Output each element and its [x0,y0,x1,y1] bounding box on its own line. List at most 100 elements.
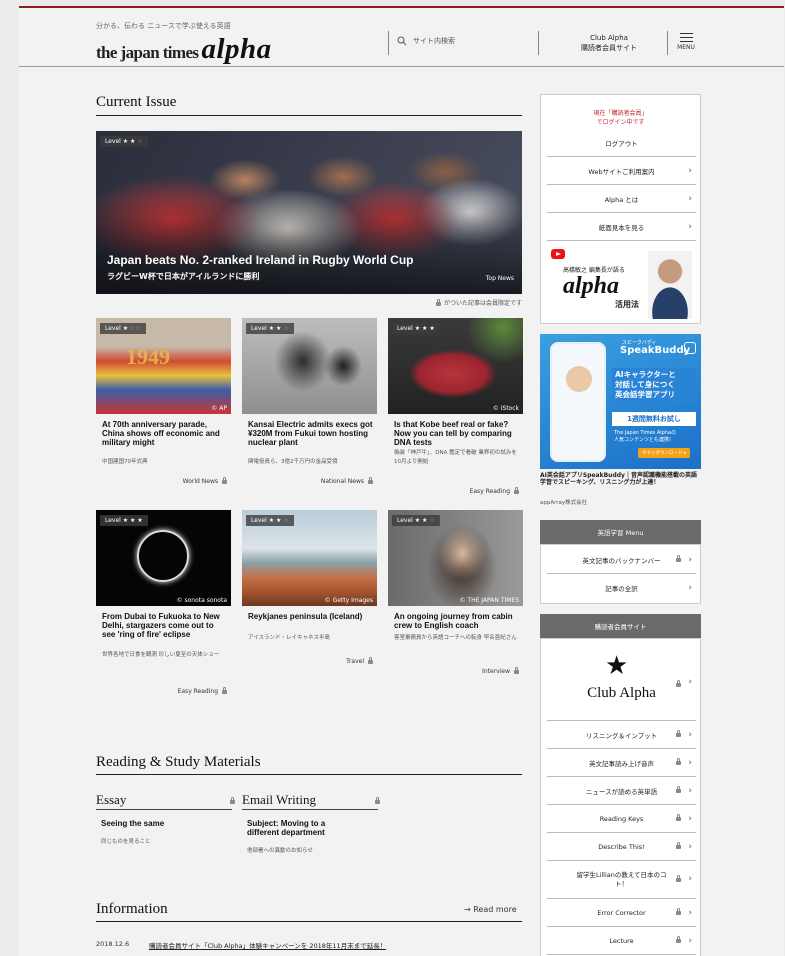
ad-note: The Japan Times Alphaの 人気コンテンツとも連携! [614,430,677,443]
article-title: An ongoing journey from cabin crew to En… [394,612,513,630]
sidebar-item-about-alpha[interactable]: Alpha とは › [547,185,696,213]
image-credit: © iStock [492,405,519,412]
sidebar-item-site-guide[interactable]: Webサイトご利用案内 › [547,157,696,185]
lock-icon [676,936,681,943]
section-rule [96,115,522,116]
sidebar-item-lillian[interactable]: 留学生Lillianの教えて日本のコト！ › [547,861,696,899]
hero-category: Top News [485,275,514,282]
sidebar-item-error-corrector[interactable]: Error Corrector › [547,899,696,927]
read-more-link[interactable]: → Read more [464,905,517,914]
member-site-box: ★ Club Alpha › リスニング＆インプット › 英文記事読み上げ音声 › … [540,638,701,956]
article-category: Travel [346,656,373,665]
essay-subtitle: 同じものを見ること [101,839,151,845]
chevron-right-icon: › [688,730,692,740]
news-date: 2018.12.6 [96,940,130,948]
star-icon: ★ [605,651,629,681]
lock-icon [676,786,681,793]
news-link[interactable]: 購読者会員サイト「Club Alpha」体験キャンペーンを 2018年11月末ま… [149,940,386,950]
site-header: 分かる、伝わる ニュースで学ぶ使える英語 the japan times alph… [19,8,784,67]
article-subtitle: 関電役員ら、3億2千万円の金品受領 [248,459,338,465]
chevron-right-icon: › [688,908,692,918]
club-alpha-banner[interactable]: ★ Club Alpha › [547,639,696,721]
hero-title: Japan beats No. 2-ranked Ireland in Rugb… [107,253,414,267]
chevron-right-icon: › [688,842,692,852]
article-title: Kansai Electric admits execs got ¥320M f… [248,420,373,447]
level-badge: Level ★ ★ ☆ [392,515,440,526]
level-badge: Level ★ ★ ★ [392,323,440,334]
sidebar-item-describe-this[interactable]: Describe This! › [547,833,696,861]
article-subtitle: 世界各地で日食を観測 珍しい夏至の天体ショー [102,652,220,658]
sidebar-item-backnumber[interactable]: 英文記事のバックナンバー › [547,546,696,574]
sidebar-item-vocabulary[interactable]: ニュースが読める英単語 › [547,777,696,805]
article-title: From Dubai to Fukuoka to New Delhi, star… [102,612,220,639]
article-card[interactable]: Level ★ ★ ★ © iStock Is that Kobe beef r… [388,318,523,498]
article-card[interactable]: 1949 Level ★ ☆☆ © AP At 70th anniversary… [96,318,231,498]
ad-brand: SpeakBuddy [620,345,691,356]
article-subtitle: アイスランド・レイキャネス半島 [248,635,331,641]
lock-icon [676,758,681,765]
lock-icon [222,686,227,694]
search-icon [397,36,407,46]
article-image: Level ★ ★ ★ © sonota sonota [96,510,231,606]
sidebar-item-translations[interactable]: 記事の全訳 › [547,574,696,602]
club-alpha-link[interactable]: Club Alpha 購読者会員サイト [559,33,659,53]
logo-alpha: alpha [201,33,272,65]
site-search[interactable]: サイト内検索 [397,36,455,46]
level-badge: Level ★ ★ ☆ [246,323,294,334]
hamburger-icon [679,33,693,42]
article-card[interactable]: Level ★ ★ ☆ © THE JAPAN TIMES An ongoing… [388,510,523,700]
hero-article[interactable]: Level ★ ★ ☆ Japan beats No. 2-ranked Ire… [96,131,522,294]
article-image: 1949 Level ★ ☆☆ © AP [96,318,231,414]
article-image: Level ★ ★ ☆ [242,318,377,414]
page: 分かる、伝わる ニュースで学ぶ使える英語 the japan times alph… [19,8,784,956]
lock-icon [375,797,380,804]
sidebar-item-lecture[interactable]: Lecture › [547,927,696,955]
ad-headline: AIキャラクターと 対話して身につく 英会話学習アプリ [612,368,696,402]
sidebar-item-reading-keys[interactable]: Reading Keys › [547,805,696,833]
menu-button[interactable]: MENU [671,33,701,51]
level-badge: Level ★ ★ ☆ [100,136,148,147]
chevron-right-icon: › [688,583,692,593]
article-card[interactable]: Level ★ ★ ☆ © Getty Images Reykjanes pen… [242,510,377,700]
chevron-right-icon: › [688,222,692,232]
site-logo[interactable]: the japan times alpha [96,33,272,65]
menu-label: MENU [677,44,695,51]
member-site-heading: 購読者会員サイト [540,614,701,638]
ad-company: appArray株式会社 [540,500,588,506]
study-menu-box: 英文記事のバックナンバー › 記事の全訳 › [540,544,701,604]
hero-image [96,131,522,294]
editor-video-promo[interactable]: 高橋敏之 編集長が語る alpha 活用法 [547,245,696,321]
lock-icon [368,476,373,484]
lock-icon [676,875,681,882]
lock-icon [514,486,519,494]
club-line2: 購読者会員サイト [581,44,637,52]
speakbuddy-ad[interactable]: スピークバディ SpeakBuddy AIキャラクターと 対話して身につく 英会… [540,334,701,469]
chevron-right-icon: › [688,786,692,796]
lock-icon [676,908,681,915]
article-title: Reykjanes peninsula (Iceland) [248,612,363,621]
article-card[interactable]: Level ★ ★ ★ © sonota sonota From Dubai t… [96,510,231,700]
chevron-right-icon: › [688,758,692,768]
email-subtitle: 他部署への異動のお知らせ [247,848,313,854]
promo-alpha: alpha [563,273,620,299]
ad-caption[interactable]: AI英会話アプリSpeakBuddy｜音声認識機能搭載の英語学習でスピーキング、… [540,472,702,486]
robot-icon [684,342,696,354]
header-divider [388,31,389,55]
article-image: Level ★ ★ ☆ © THE JAPAN TIMES [388,510,523,606]
sidebar-item-sample-page[interactable]: 紙面見本を見る › [547,213,696,241]
eclipse-ring [137,530,189,582]
article-card[interactable]: Level ★ ★ ☆ Kansai Electric admits execs… [242,318,377,498]
ad-download-button[interactable]: 今すぐダウンロード ▸ [638,448,691,458]
current-issue-heading: Current Issue [96,94,177,110]
chevron-right-icon: › [688,874,692,884]
sidebar-item-listening[interactable]: リスニング＆インプット › [547,721,696,749]
study-menu-heading: 英語学習 Menu [540,520,701,544]
level-badge: Level ★ ★ ★ [100,515,148,526]
sidebar-item-audio[interactable]: 英文記事読み上げ音声 › [547,749,696,777]
email-heading: Email Writing [242,792,316,807]
lock-icon [676,730,681,737]
article-category: Easy Reading [470,486,519,495]
chevron-right-icon: › [688,194,692,204]
logout-link[interactable]: ログアウト [547,129,696,157]
lock-icon [435,298,441,306]
